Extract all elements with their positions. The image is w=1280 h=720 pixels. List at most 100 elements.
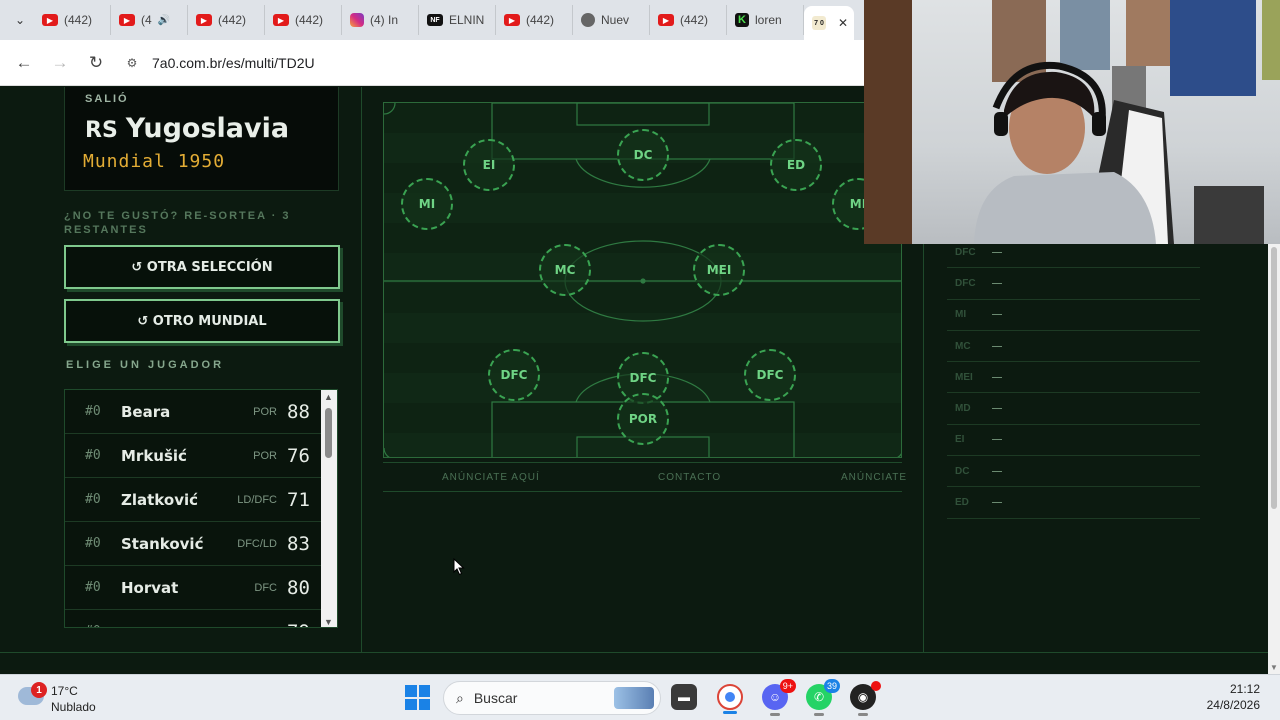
close-icon[interactable]: ✕ bbox=[838, 16, 848, 30]
forward-arrow-icon[interactable]: → bbox=[48, 51, 72, 75]
position-slot-ed[interactable]: ED bbox=[770, 139, 822, 191]
position-slot-mi[interactable]: MI bbox=[401, 178, 453, 230]
tab-youtube-2[interactable]: ▶ (4 🔊 bbox=[111, 5, 188, 35]
column-divider bbox=[361, 87, 362, 652]
system-clock[interactable]: 21:12 24/8/2026 bbox=[1207, 681, 1260, 713]
tab-new[interactable]: Nuev bbox=[573, 5, 650, 35]
tab-search-chevron-icon[interactable]: ⌄ bbox=[6, 6, 34, 34]
taskbar-search-box[interactable]: ⌕ Buscar bbox=[443, 681, 661, 715]
player-rating: 76 bbox=[287, 444, 310, 467]
player-rating: 80 bbox=[287, 576, 310, 599]
windows-start-icon[interactable] bbox=[405, 685, 430, 710]
position-slot-mei[interactable]: MEI bbox=[693, 244, 745, 296]
position-slot-mc[interactable]: MC bbox=[539, 244, 591, 296]
search-icon: ⌕ bbox=[456, 689, 464, 706]
webcam-overlay bbox=[864, 0, 1280, 244]
discord-icon[interactable]: ☺ 9+ bbox=[762, 679, 796, 716]
nf-icon: NF bbox=[427, 14, 443, 26]
youtube-icon: ▶ bbox=[119, 14, 135, 26]
player-position: POR bbox=[253, 449, 277, 462]
player-row[interactable]: #0 Stanković DFC/LD 83 bbox=[65, 522, 323, 566]
search-highlight-image bbox=[614, 687, 654, 709]
obs-icon[interactable]: ◉ bbox=[850, 681, 881, 716]
position-slot-dfc-left[interactable]: DFC bbox=[488, 349, 540, 401]
clock-time: 21:12 bbox=[1229, 682, 1260, 696]
other-worldcup-button[interactable]: ↺ OTRO MUNDIAL bbox=[64, 299, 340, 343]
position-slot-dc[interactable]: DC bbox=[617, 129, 669, 181]
chrome-icon[interactable] bbox=[717, 684, 743, 714]
active-app-indicator bbox=[723, 711, 737, 714]
temperature-text: 17°C bbox=[51, 684, 78, 698]
player-number: #0 bbox=[85, 404, 101, 419]
player-name: Beara bbox=[121, 402, 171, 421]
clock-date: 24/8/2026 bbox=[1206, 698, 1260, 712]
player-row[interactable]: #0 79 bbox=[65, 610, 323, 628]
lineup-row: ED — bbox=[947, 487, 1200, 519]
scroll-down-arrow-icon[interactable]: ▼ bbox=[1270, 663, 1278, 672]
lineup-row: DC — bbox=[947, 456, 1200, 488]
recording-dot-icon bbox=[871, 681, 881, 691]
contact-link[interactable]: CONTACTO bbox=[658, 472, 721, 483]
tab-youtube-1[interactable]: ▶ (442) bbox=[34, 5, 111, 35]
scroll-up-arrow-icon[interactable]: ▲ bbox=[324, 392, 333, 402]
advertise-link[interactable]: ANÚNCIATE AQUÍ bbox=[442, 472, 540, 483]
whatsapp-badge: 39 bbox=[823, 679, 840, 693]
weather-widget[interactable]: 1 17°C Nublado bbox=[18, 681, 138, 715]
lineup-row: MC — bbox=[947, 331, 1200, 363]
player-row[interactable]: #0 Zlatković LD/DFC 71 bbox=[65, 478, 323, 522]
scrollbar-thumb[interactable] bbox=[1271, 247, 1277, 509]
position-slot-por[interactable]: POR bbox=[617, 393, 669, 445]
other-selection-button[interactable]: ↺ OTRA SELECCIÓN bbox=[64, 245, 340, 289]
tab-active-7a0[interactable]: 7 0fi✕ bbox=[804, 6, 854, 40]
lineup-row: EI — bbox=[947, 425, 1200, 457]
weather-badge: 1 bbox=[31, 682, 47, 698]
player-row[interactable]: #0 Horvat DFC 80 bbox=[65, 566, 323, 610]
instagram-icon bbox=[350, 13, 364, 27]
search-label: Buscar bbox=[473, 690, 518, 706]
player-rating: 83 bbox=[287, 532, 310, 555]
player-position: POR bbox=[253, 405, 277, 418]
player-row[interactable]: #0 Mrkušić POR 76 bbox=[65, 434, 323, 478]
drawn-team-card: SALIÓ RS Yugoslavia Mundial 1950 bbox=[64, 87, 339, 191]
whatsapp-icon[interactable]: ✆ 39 bbox=[806, 679, 840, 716]
speaker-icon[interactable]: 🔊 bbox=[158, 15, 170, 26]
salio-label: SALIÓ bbox=[85, 93, 129, 105]
position-slot-ei[interactable]: EI bbox=[463, 139, 515, 191]
player-name: Mrkušić bbox=[121, 446, 187, 465]
team-name: Yugoslavia bbox=[125, 113, 290, 144]
advertise-link-right[interactable]: ANÚNCIATE bbox=[841, 472, 907, 483]
running-app-indicator bbox=[858, 713, 868, 716]
tab-instagram[interactable]: (4) In bbox=[342, 5, 419, 35]
url-text[interactable]: 7a0.com.br/es/multi/TD2U bbox=[152, 55, 315, 71]
tab-youtube-5[interactable]: ▶ (442) bbox=[496, 5, 573, 35]
scroll-down-arrow-icon[interactable]: ▼ bbox=[324, 617, 333, 627]
tab-youtube-6[interactable]: ▶ (442) bbox=[650, 5, 727, 35]
tab-youtube-4[interactable]: ▶ (442) bbox=[265, 5, 342, 35]
url-omnibox[interactable]: ⚙ 7a0.com.br/es/multi/TD2U bbox=[124, 48, 844, 78]
scrollbar-thumb[interactable] bbox=[325, 408, 332, 458]
player-number: #0 bbox=[85, 580, 101, 595]
football-pitch: EI DC ED MI MI MC MEI DFC DFC DFC POR bbox=[383, 102, 902, 458]
player-position: DFC bbox=[254, 581, 277, 594]
lineup-row: MI — bbox=[947, 300, 1200, 331]
lineup-panel: DFC — DFC — MI — MC — MEI — MD — EI — DC — ED — bbox=[947, 237, 1200, 519]
site-info-icon[interactable]: ⚙ bbox=[124, 55, 140, 71]
back-arrow-icon[interactable]: ← bbox=[12, 51, 36, 75]
reroll-text: ¿NO TE GUSTÓ? RE-SORTEA · 3 RESTANTES bbox=[64, 210, 291, 236]
tab-elnin[interactable]: NF ELNIN bbox=[419, 5, 496, 35]
site-7a0-icon: 7 0 bbox=[812, 16, 826, 30]
player-name: Horvat bbox=[121, 578, 179, 597]
youtube-icon: ▶ bbox=[273, 14, 289, 26]
tab-youtube-3[interactable]: ▶ (442) bbox=[188, 5, 265, 35]
file-explorer-icon[interactable]: ▬ bbox=[671, 684, 697, 710]
reload-icon[interactable]: ↻ bbox=[84, 51, 108, 75]
position-slot-dfc-right[interactable]: DFC bbox=[744, 349, 796, 401]
tab-kick[interactable]: Kloren bbox=[727, 5, 804, 35]
player-number: #0 bbox=[85, 492, 101, 507]
player-name: Stanković bbox=[121, 534, 204, 553]
player-list-scrollbar[interactable]: ▲ ▼ bbox=[321, 390, 337, 627]
weather-condition-text: Nublado bbox=[51, 700, 96, 714]
player-row[interactable]: #0 Beara POR 88 bbox=[65, 390, 323, 434]
player-number: #0 bbox=[65, 624, 121, 627]
address-bar: ← → ↻ ⚙ 7a0.com.br/es/multi/TD2U bbox=[0, 40, 864, 86]
